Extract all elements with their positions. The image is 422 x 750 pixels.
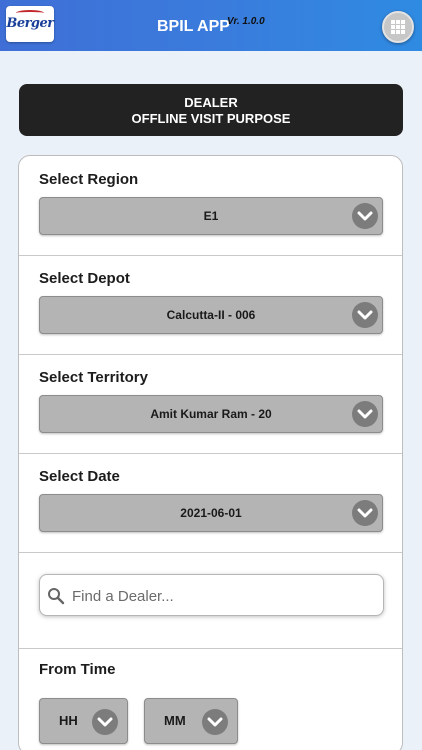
region-label: Select Region [39,171,139,188]
chevron-down-icon [352,401,378,427]
hour-value: HH [59,713,78,728]
date-section: Select Date 2021-06-01 [19,454,402,553]
territory-section: Select Territory Amit Kumar Ram - 20 [19,355,402,454]
grid-icon [391,20,405,34]
depot-label: Select Depot [39,270,130,287]
dealer-search-input[interactable] [72,584,372,608]
territory-value: Amit Kumar Ram - 20 [150,407,272,421]
from-time-label: From Time [39,661,116,678]
chevron-down-icon [352,500,378,526]
banner-line-1: DEALER [184,95,238,110]
date-label: Select Date [39,468,120,485]
banner-line-2: OFFLINE VISIT PURPOSE [131,111,291,126]
chevron-down-icon [352,302,378,328]
region-select[interactable]: E1 [39,197,383,235]
depot-value: Calcutta-II - 006 [166,308,256,322]
dealer-search-box[interactable] [39,574,384,616]
depot-select[interactable]: Calcutta-II - 006 [39,296,383,334]
region-section: Select Region E1 [19,156,402,256]
app-menu-button[interactable] [382,11,414,43]
chevron-down-icon [92,709,118,735]
date-value: 2021-06-01 [180,506,242,520]
depot-section: Select Depot Calcutta-II - 006 [19,256,402,355]
app-header: Berger BPIL APP Vr. 1.0.0 [0,0,422,51]
chevron-down-icon [202,709,228,735]
logo-swoosh [16,10,44,16]
app-title: BPIL APP [157,18,230,35]
app-version: Vr. 1.0.0 [227,16,265,27]
from-minute-select[interactable]: MM [144,698,238,744]
form-card: Select Region E1 Select Depot Calcutta-I… [18,155,403,750]
territory-select[interactable]: Amit Kumar Ram - 20 [39,395,383,433]
berger-logo: Berger [6,6,54,42]
territory-label: Select Territory [39,369,148,386]
search-icon [48,588,65,605]
logo-text: Berger [6,16,54,31]
chevron-down-icon [352,203,378,229]
region-value: E1 [203,209,219,223]
minute-value: MM [164,713,186,728]
page-title-banner: DEALER OFFLINE VISIT PURPOSE [19,84,403,136]
from-hour-select[interactable]: HH [39,698,128,744]
date-select[interactable]: 2021-06-01 [39,494,383,532]
